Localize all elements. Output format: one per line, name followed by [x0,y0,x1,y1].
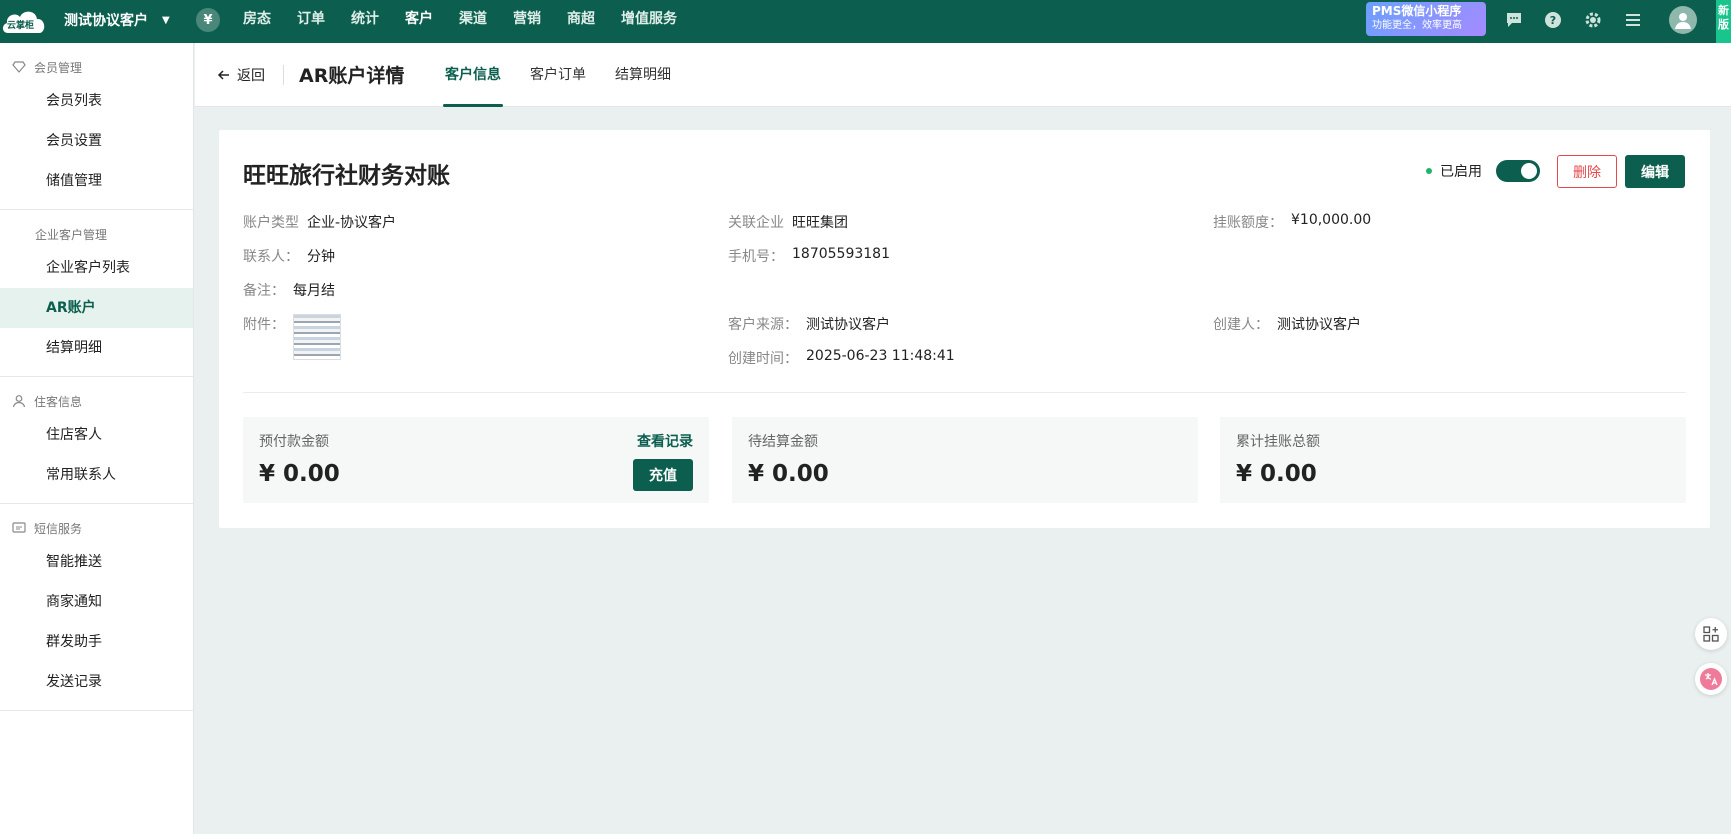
promo-banner[interactable]: PMS微信小程序 功能更全，效率更高 [1366,2,1486,36]
sidebar-item-in-house[interactable]: 住店客人 [0,415,193,455]
sidebar: 会员管理 会员列表 会员设置 储值管理 企业客户管理 企业客户列表 AR账户 结… [0,43,194,834]
stat-prepaid: 预付款金额 ¥ 0.00 查看记录 充值 [243,417,709,503]
apps-float-button[interactable] [1695,618,1727,650]
nav-room-status[interactable]: 房态 [243,0,271,43]
attachment-thumbnail[interactable] [293,314,341,360]
view-records-link[interactable]: 查看记录 [637,431,693,451]
tab-bar: 客户信息 客户订单 结算明细 [443,43,700,107]
sidebar-group-members: 会员管理 会员列表 会员设置 储值管理 [0,43,193,210]
status-area: 已启用 [1426,160,1540,182]
account-card: 旺旺旅行社财务对账 已启用 删除 编辑 账户类型 企业-协议客户 关联企业 旺旺… [219,130,1710,528]
back-button[interactable]: 返回 [217,65,265,85]
nav-customers[interactable]: 客户 [405,0,433,43]
recharge-button[interactable]: 充值 [633,459,693,491]
promo-subtitle: 功能更全，效率更高 [1372,20,1462,31]
field-company: 关联企业 旺旺集团 [728,215,848,231]
nav-store[interactable]: 商超 [567,0,595,43]
user-icon [12,395,26,408]
delete-button[interactable]: 删除 [1557,155,1617,188]
nav-channels[interactable]: 渠道 [459,0,487,43]
translate-icon [1700,668,1722,690]
stat-value: ¥ 0.00 [259,461,340,487]
gear-icon[interactable] [1583,10,1603,30]
sidebar-item-member-list[interactable]: 会员列表 [0,81,193,121]
sidebar-group-guests: 住客信息 住店客人 常用联系人 [0,377,193,504]
field-contact: 联系人： 分钟 [243,249,335,265]
field-created-at: 创建时间： 2025-06-23 11:48:41 [728,348,955,367]
svg-text:?: ? [1550,14,1556,27]
nav-value-added[interactable]: 增值服务 [621,0,677,43]
top-nav: 房态 订单 统计 客户 渠道 营销 商超 增值服务 [243,0,703,43]
stat-label: 预付款金额 [259,434,329,450]
field-source: 客户来源： 测试协议客户 [728,317,890,333]
enable-toggle[interactable] [1496,160,1540,182]
divider [283,65,284,85]
cashier-icon[interactable]: ¥ [196,8,220,32]
page-title: AR账户详情 [299,65,405,87]
sidebar-item-merchant-notice[interactable]: 商家通知 [0,582,193,622]
account-name: 旺旺旅行社财务对账 [243,163,450,189]
hotel-switcher[interactable]: 测试协议客户 ▼ [64,10,170,30]
field-phone: 手机号： 18705593181 [728,246,890,265]
logo[interactable]: 云掌柜 [0,3,48,39]
stat-total: 累计挂账总额 ¥ 0.00 [1220,417,1686,503]
sidebar-item-corporate-list[interactable]: 企业客户列表 [0,248,193,288]
stat-pending: 待结算金额 ¥ 0.00 [732,417,1198,503]
message-icon [12,522,26,533]
stat-value: ¥ 0.00 [1236,461,1317,487]
menu-icon[interactable] [1623,10,1643,30]
status-dot [1426,168,1432,174]
diamond-icon [12,61,26,73]
grid-plus-icon [1703,626,1719,642]
hotel-name: 测试协议客户 [64,13,148,29]
translate-float-button[interactable] [1695,663,1727,695]
tab-customer-orders[interactable]: 客户订单 [530,43,586,107]
sidebar-group-title: 会员管理 [0,43,193,81]
sidebar-group-title: 企业客户管理 [35,227,108,242]
sidebar-item-settlement[interactable]: 结算明细 [0,328,193,368]
caret-down-icon: ▼ [162,14,170,26]
top-bar: 云掌柜 测试协议客户 ▼ ¥ 房态 订单 统计 客户 渠道 营销 商超 增值服务… [0,0,1731,43]
field-attachment: 附件： [243,317,285,333]
field-credit-limit: 挂账额度： ¥10,000.00 [1213,212,1372,231]
nav-marketing[interactable]: 营销 [513,0,541,43]
sidebar-group-title: 短信服务 [0,504,193,542]
status-label: 已启用 [1440,164,1482,180]
avatar-icon [1675,13,1691,29]
help-icon[interactable]: ? [1543,10,1563,30]
back-label: 返回 [237,68,265,84]
sidebar-group-corporate: 企业客户管理 企业客户列表 AR账户 结算明细 [0,210,193,377]
nav-stats[interactable]: 统计 [351,0,379,43]
field-creator: 创建人： 测试协议客户 [1213,317,1361,333]
stat-label: 待结算金额 [748,434,818,450]
stat-value: ¥ 0.00 [748,461,829,487]
sidebar-group-sms: 短信服务 智能推送 商家通知 群发助手 发送记录 [0,504,193,711]
field-remark: 备注： 每月结 [243,283,335,299]
logo-text: 云掌柜 [7,21,35,31]
promo-title: PMS微信小程序 [1372,4,1462,18]
section-divider [243,392,1686,393]
new-version-badge[interactable]: 新版 [1716,0,1731,43]
nav-orders[interactable]: 订单 [297,0,325,43]
tab-settlement-details[interactable]: 结算明细 [615,43,671,107]
sidebar-item-mass-send[interactable]: 群发助手 [0,622,193,662]
tab-customer-info[interactable]: 客户信息 [443,43,503,107]
chat-icon[interactable] [1504,10,1524,30]
arrow-left-icon [217,70,229,80]
user-avatar[interactable] [1669,6,1697,34]
sidebar-item-send-log[interactable]: 发送记录 [0,662,193,702]
sidebar-item-stored-value[interactable]: 储值管理 [0,161,193,201]
field-account-type: 账户类型 企业-协议客户 [243,215,397,231]
sidebar-item-ar-account[interactable]: AR账户 [0,288,193,328]
sidebar-item-smart-push[interactable]: 智能推送 [0,542,193,582]
sidebar-group-title: 住客信息 [0,377,193,415]
sidebar-item-contacts[interactable]: 常用联系人 [0,455,193,495]
page-header: 返回 AR账户详情 客户信息 客户订单 结算明细 [195,43,1731,107]
sidebar-item-member-settings[interactable]: 会员设置 [0,121,193,161]
edit-button[interactable]: 编辑 [1625,155,1685,188]
stat-label: 累计挂账总额 [1236,434,1320,450]
